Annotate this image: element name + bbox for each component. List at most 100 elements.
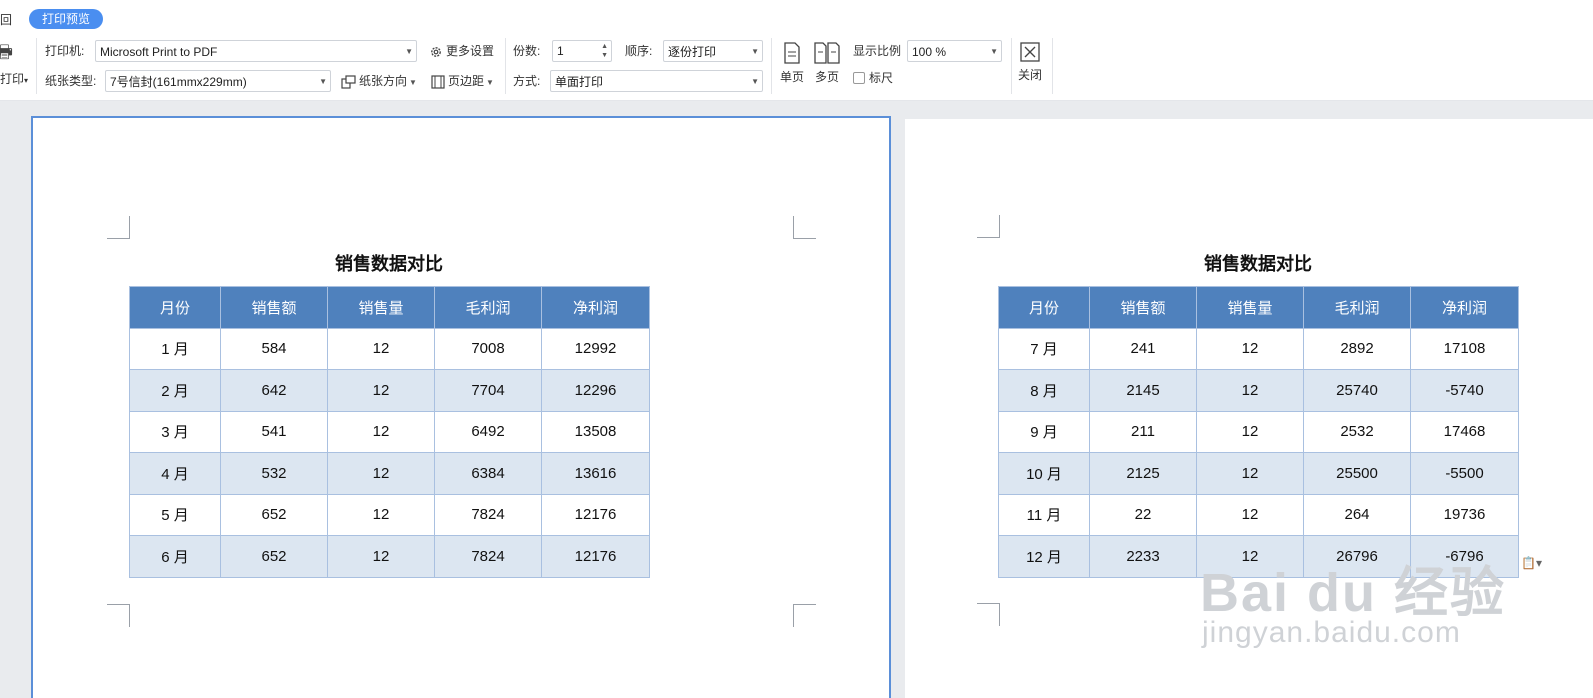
print-button[interactable]: 🖶 打印▾ bbox=[0, 40, 30, 90]
close-preview-button[interactable]: 关闭 bbox=[1013, 42, 1047, 83]
table-cell: 4 月 bbox=[129, 452, 221, 495]
copies-label: 份数: bbox=[513, 44, 541, 58]
crop-mark bbox=[977, 215, 1000, 238]
chevron-down-icon: ▼ bbox=[751, 77, 759, 86]
paper-type-value: 7号信封(161mmx229mm) bbox=[110, 75, 247, 89]
paste-options-icon[interactable]: 📋▾ bbox=[1521, 556, 1542, 570]
table-cell: 2125 bbox=[1089, 452, 1197, 495]
table-row: 8 月 2145 12 25740 -5740 bbox=[998, 369, 1519, 412]
chevron-down-icon: ▼ bbox=[405, 47, 413, 56]
order-select[interactable]: 逐份打印 ▼ bbox=[663, 40, 763, 62]
chevron-down-icon: ▼ bbox=[990, 47, 998, 56]
table-cell: 541 bbox=[220, 410, 328, 453]
tab-print-preview[interactable]: 打印预览 bbox=[29, 9, 104, 29]
mode-value: 单面打印 bbox=[555, 75, 604, 89]
table-cell: 6384 bbox=[434, 452, 542, 495]
single-page-icon bbox=[784, 42, 800, 64]
table-cell: 6492 bbox=[434, 410, 542, 453]
header-cell: 毛利润 bbox=[1303, 286, 1411, 329]
table-cell: 12296 bbox=[541, 369, 650, 412]
orientation-icon bbox=[341, 75, 356, 89]
header-cell: 月份 bbox=[998, 286, 1090, 329]
table-header-row: 月份 销售额 销售量 毛利润 净利润 bbox=[998, 286, 1519, 329]
paper-type-select[interactable]: 7号信封(161mmx229mm) ▼ bbox=[105, 70, 331, 92]
zoom-label: 显示比例 bbox=[853, 44, 902, 58]
chevron-down-icon: ▼ bbox=[751, 47, 759, 56]
table-cell: 10 月 bbox=[998, 452, 1090, 495]
table-row: 6 月 652 12 7824 12176 bbox=[129, 535, 650, 578]
crop-mark bbox=[107, 216, 130, 239]
toolbar-divider bbox=[1011, 38, 1012, 94]
table-cell: 11 月 bbox=[998, 493, 1090, 536]
preview-page-1[interactable]: 销售数据对比 月份 销售额 销售量 毛利润 净利润 1 月 584 12 700… bbox=[31, 116, 891, 698]
table-cell: 2233 bbox=[1089, 535, 1197, 578]
more-settings-label: 更多设置 bbox=[446, 44, 495, 58]
crop-mark bbox=[107, 604, 130, 627]
table-cell: 12 bbox=[327, 493, 435, 536]
header-cell: 毛利润 bbox=[434, 286, 542, 329]
single-page-button[interactable]: 单页 bbox=[775, 42, 809, 85]
table-cell: 532 bbox=[220, 452, 328, 495]
table-cell: 7 月 bbox=[998, 327, 1090, 370]
table-cell: 12 bbox=[1196, 410, 1304, 453]
printer-select[interactable]: Microsoft Print to PDF ▼ bbox=[95, 40, 417, 62]
table-cell: 12 bbox=[1196, 493, 1304, 536]
zoom-value: 100 % bbox=[912, 45, 947, 59]
copies-stepper[interactable]: 1 ▲ ▼ bbox=[552, 40, 612, 62]
header-cell: 月份 bbox=[129, 286, 221, 329]
table-row: 10 月 2125 12 25500 -5500 bbox=[998, 452, 1519, 495]
table-cell: 12176 bbox=[541, 493, 650, 536]
table-cell: 7824 bbox=[434, 493, 542, 536]
margins-icon bbox=[431, 75, 445, 89]
table-cell: 2892 bbox=[1303, 327, 1411, 370]
toolbar-divider bbox=[1052, 38, 1053, 94]
header-cell: 销售量 bbox=[1196, 286, 1304, 329]
margins-label: 页边距 bbox=[448, 74, 485, 88]
table-cell: 1 月 bbox=[129, 327, 221, 370]
table-cell: 652 bbox=[220, 493, 328, 536]
table-cell: 12 bbox=[1196, 452, 1304, 495]
back-button[interactable]: 回 bbox=[0, 11, 12, 28]
table-cell: 584 bbox=[220, 327, 328, 370]
table-cell: 7704 bbox=[434, 369, 542, 412]
multi-page-icon bbox=[814, 42, 840, 64]
stepper-arrows-icon[interactable]: ▲ ▼ bbox=[601, 42, 608, 60]
table-cell: 12 bbox=[327, 327, 435, 370]
table-row: 4 月 532 12 6384 13616 bbox=[129, 452, 650, 495]
single-page-label: 单页 bbox=[779, 70, 804, 84]
table-cell: 12 bbox=[327, 369, 435, 412]
paper-orientation-label: 纸张方向 bbox=[359, 74, 408, 88]
ruler-checkbox[interactable] bbox=[853, 72, 865, 84]
ruler-label: 标尺 bbox=[869, 71, 894, 85]
print-preview-toolbar: 回 打印预览 🖶 打印▾ 打印机: Microsoft Print to PDF… bbox=[0, 0, 1593, 101]
table-cell: -5500 bbox=[1410, 452, 1519, 495]
zoom-select[interactable]: 100 % ▼ bbox=[907, 40, 1002, 62]
copies-value: 1 bbox=[557, 44, 564, 58]
table-row: 1 月 584 12 7008 12992 bbox=[129, 327, 650, 370]
table-cell: 3 月 bbox=[129, 410, 221, 453]
chevron-down-icon: ▼ bbox=[409, 78, 417, 87]
table-cell: 2 月 bbox=[129, 369, 221, 412]
table-row: 9 月 211 12 2532 17468 bbox=[998, 410, 1519, 453]
mode-label: 方式: bbox=[513, 74, 541, 88]
chevron-down-icon: ▼ bbox=[486, 78, 494, 87]
paper-orientation-button[interactable]: 纸张方向 ▼ bbox=[341, 70, 417, 94]
multi-page-button[interactable]: 多页 bbox=[810, 42, 844, 85]
table-cell: 13616 bbox=[541, 452, 650, 495]
margins-button[interactable]: 页边距 ▼ bbox=[431, 70, 494, 94]
toolbar-divider bbox=[36, 38, 37, 94]
table-row: 7 月 241 12 2892 17108 bbox=[998, 327, 1519, 370]
order-value: 逐份打印 bbox=[668, 45, 717, 59]
mode-select[interactable]: 单面打印 ▼ bbox=[550, 70, 763, 92]
table-cell: 9 月 bbox=[998, 410, 1090, 453]
table-cell: 2532 bbox=[1303, 410, 1411, 453]
crop-mark bbox=[977, 603, 1000, 626]
table-cell: 12 bbox=[327, 410, 435, 453]
table-header-row: 月份 销售额 销售量 毛利润 净利润 bbox=[129, 286, 650, 329]
header-cell: 净利润 bbox=[541, 286, 650, 329]
table-cell: 12992 bbox=[541, 327, 650, 370]
table-cell: 6 月 bbox=[129, 535, 221, 578]
table-cell: 17108 bbox=[1410, 327, 1519, 370]
more-settings-button[interactable]: 更多设置 bbox=[429, 40, 494, 62]
table-cell: 25740 bbox=[1303, 369, 1411, 412]
